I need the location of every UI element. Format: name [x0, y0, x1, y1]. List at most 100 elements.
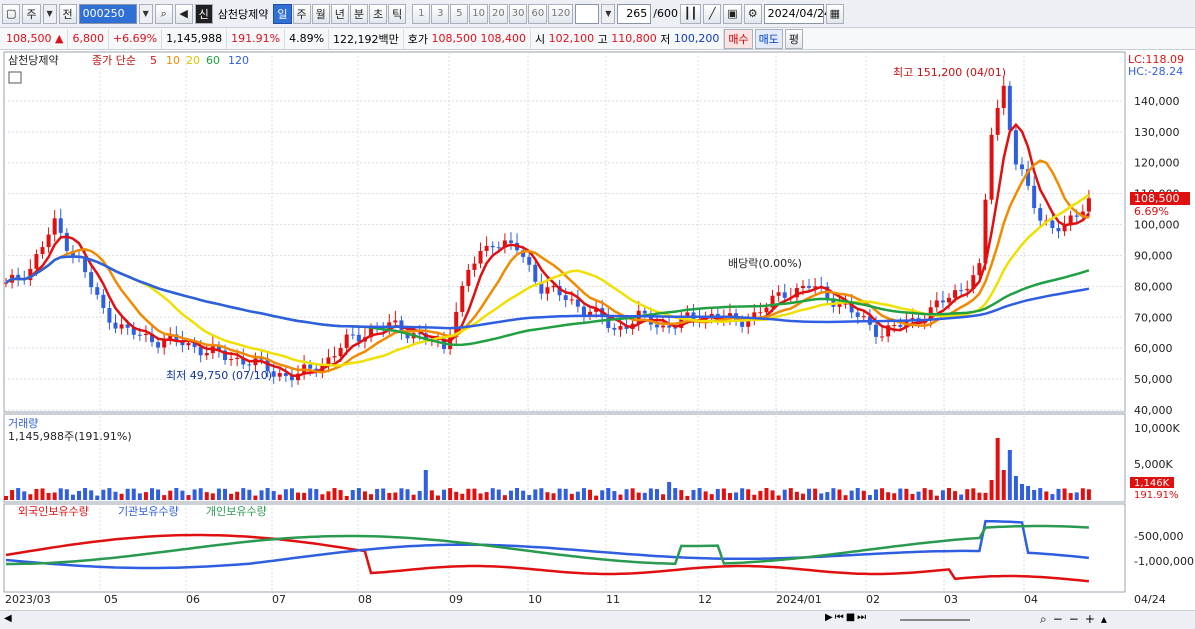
- window-icon[interactable]: ▢: [2, 3, 21, 24]
- interval-input[interactable]: [575, 3, 600, 24]
- volume-bar: [703, 491, 708, 500]
- stock-chart[interactable]: 140,000130,000120,000110,000100,00090,00…: [0, 50, 1195, 611]
- code-input[interactable]: 000250: [78, 3, 137, 24]
- interval-10[interactable]: 10: [469, 3, 488, 24]
- table-icon[interactable]: [8, 71, 22, 84]
- search-icon[interactable]: ⌕: [1040, 612, 1047, 627]
- volume-bar: [697, 488, 702, 500]
- volume-bar: [922, 488, 927, 500]
- candle-body: [581, 306, 586, 316]
- candle-body: [143, 333, 148, 336]
- date-input[interactable]: 2024/04/24: [763, 3, 831, 24]
- volume-bar: [423, 470, 428, 500]
- x-label: 2024/01: [776, 593, 822, 606]
- volume-bar: [204, 492, 209, 500]
- volume-bar: [150, 488, 155, 500]
- tab-week[interactable]: 주: [292, 3, 311, 24]
- volume-bar: [253, 495, 258, 500]
- low-value: 100,200: [673, 32, 720, 45]
- interval-5[interactable]: 5: [450, 3, 469, 24]
- save-icon[interactable]: ▣: [723, 3, 742, 24]
- volume-bar: [977, 492, 982, 500]
- tab-tick[interactable]: 틱: [388, 3, 407, 24]
- candle-body: [107, 307, 112, 323]
- volume-bar: [910, 493, 915, 500]
- volume-bar: [843, 495, 848, 500]
- interval-120[interactable]: 120: [548, 3, 574, 24]
- gear-icon[interactable]: ⚙: [743, 3, 762, 24]
- candle-body: [892, 324, 897, 326]
- volume-current: 1,146K: [1134, 478, 1170, 489]
- bid-label: 호가: [407, 32, 429, 46]
- turnover: 4.89%: [285, 28, 330, 49]
- chevron-down-icon[interactable]: ▼: [42, 3, 57, 24]
- candle-body: [873, 324, 878, 337]
- tab-minute[interactable]: 분: [349, 3, 369, 24]
- tab-second[interactable]: 초: [369, 3, 388, 24]
- tab-month[interactable]: 월: [311, 3, 330, 24]
- interval-30[interactable]: 30: [508, 3, 528, 24]
- interval-1[interactable]: 1: [412, 3, 431, 24]
- y-tick: 100,000: [1134, 219, 1180, 232]
- interval-3[interactable]: 3: [431, 3, 450, 24]
- scroll-left-icon[interactable]: ◀: [4, 613, 12, 624]
- volume-bar: [70, 494, 75, 500]
- candle-body: [52, 218, 57, 235]
- tab-day[interactable]: 일: [273, 3, 292, 24]
- high-label: 고: [597, 32, 608, 46]
- volume-bar: [95, 495, 100, 500]
- volume-bar: [892, 493, 897, 500]
- x-label: 12: [698, 593, 712, 606]
- forward-icon[interactable]: ⏭: [857, 612, 866, 623]
- volume-bar: [362, 491, 367, 500]
- volume-bar: [235, 491, 240, 500]
- open-label: 시: [535, 32, 546, 46]
- volume-bar: [22, 491, 27, 500]
- line-tool-icon[interactable]: ╱: [703, 3, 722, 24]
- interval-60[interactable]: 60: [528, 3, 548, 24]
- prev-button[interactable]: 전: [58, 3, 77, 24]
- quote-bar: 108,500 ▲ 6,800 +6.69% 1,145,988 191.91%…: [0, 28, 1195, 50]
- volume-bar: [10, 490, 15, 500]
- candle-body: [642, 310, 647, 314]
- candle-body: [740, 321, 745, 327]
- zoom-in-icon[interactable]: +: [1085, 612, 1095, 627]
- speed-slider[interactable]: [900, 619, 970, 621]
- move-icon[interactable]: ▴: [1101, 612, 1107, 627]
- search-icon[interactable]: ⌕: [154, 3, 173, 24]
- speaker-icon[interactable]: ◀: [174, 3, 193, 24]
- volume-bar: [642, 492, 647, 500]
- buy-button[interactable]: 매수: [724, 28, 753, 49]
- minus-icon[interactable]: −: [1069, 612, 1079, 627]
- volume-bar: [636, 492, 641, 500]
- volume-bar: [502, 495, 507, 500]
- eval-button[interactable]: 평: [784, 28, 804, 49]
- calendar-icon[interactable]: ▦: [825, 3, 845, 24]
- volume-bar: [52, 492, 57, 500]
- playback-controls: ▶ ⏮ ■ ⏭: [825, 612, 866, 623]
- stop-icon[interactable]: ■: [846, 612, 855, 623]
- volume-bar: [119, 493, 124, 500]
- interval-20[interactable]: 20: [489, 3, 508, 24]
- volume-bar: [168, 490, 173, 500]
- chevron-down-icon[interactable]: ▼: [601, 3, 616, 24]
- volume-bar: [612, 491, 617, 500]
- y-tick: 120,000: [1134, 157, 1180, 170]
- scroll-bar[interactable]: ◀ ▶ ⏮ ■ ⏭ ⌕ − − + ▴: [0, 610, 1195, 629]
- candle-body: [356, 334, 361, 342]
- chevron-down-icon[interactable]: ▼: [138, 3, 153, 24]
- volume-bar: [959, 494, 964, 500]
- candle-type-icon[interactable]: ┃┃: [680, 3, 702, 24]
- volume-current-pct: 191.91%: [1134, 490, 1179, 501]
- market-select[interactable]: 주: [22, 3, 41, 24]
- zoom-out-icon[interactable]: −: [1053, 612, 1063, 627]
- rewind-icon[interactable]: ⏮: [835, 612, 844, 623]
- count-input[interactable]: 265: [617, 3, 652, 24]
- next-icon[interactable]: ▶: [825, 612, 833, 623]
- tab-year[interactable]: 년: [330, 3, 349, 24]
- sell-button[interactable]: 매도: [754, 28, 783, 49]
- volume-bar: [685, 495, 690, 500]
- volume-bar: [508, 490, 513, 500]
- volume-panel-frame: [3, 413, 1126, 503]
- ma-label: 종가 단순: [92, 54, 136, 67]
